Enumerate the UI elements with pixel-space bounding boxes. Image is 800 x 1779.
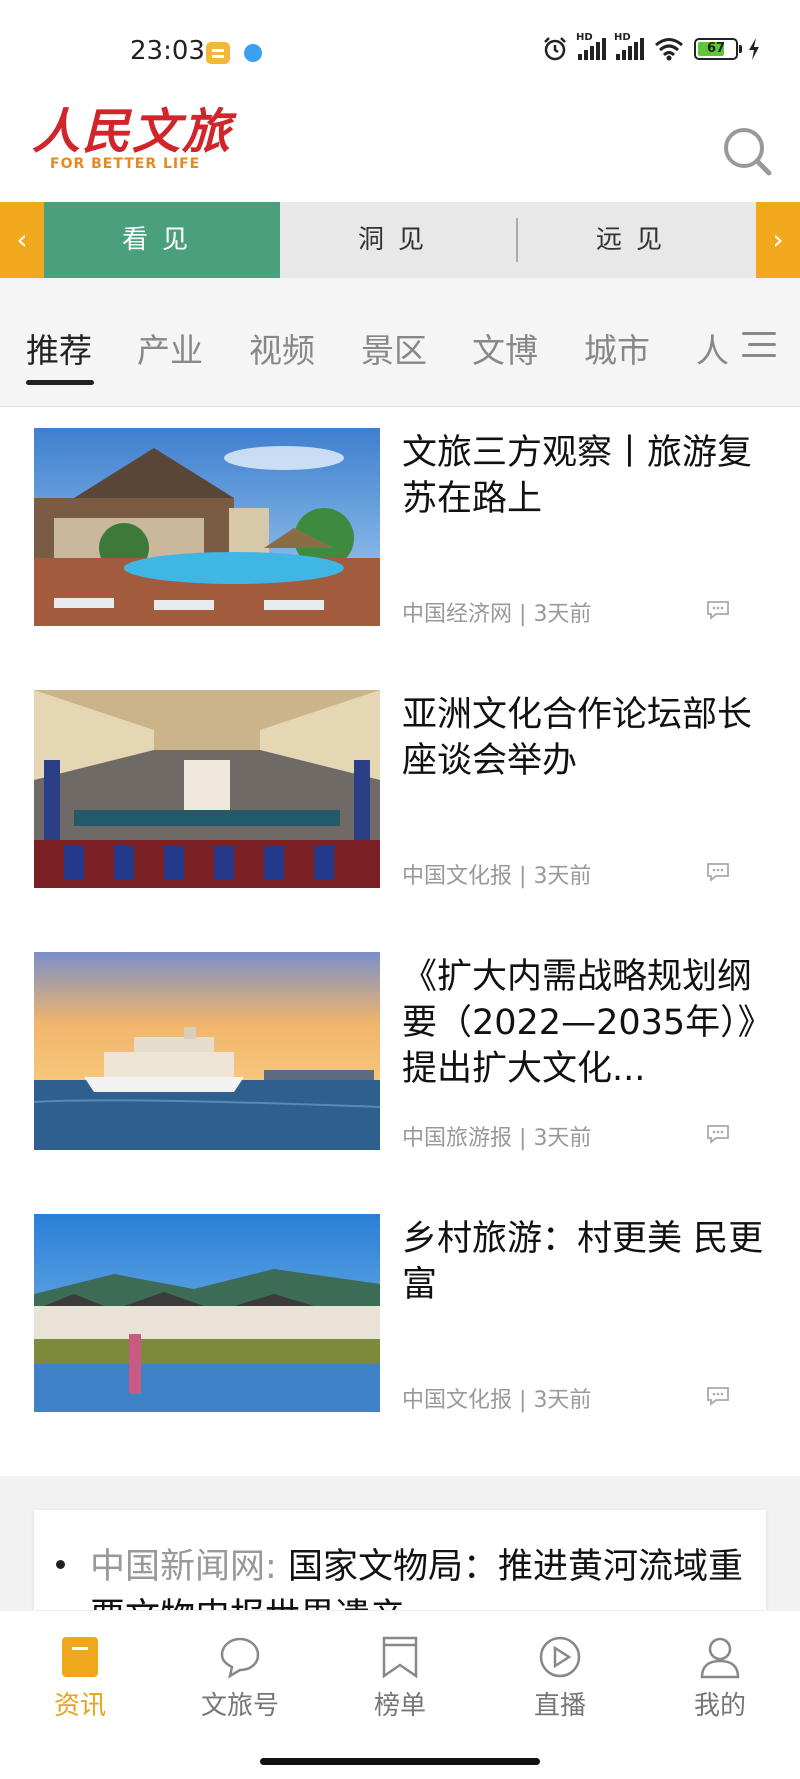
news-item[interactable]: 亚洲文化合作论坛部长座谈会举办 中国文化报 | 3天前 bbox=[0, 690, 800, 952]
chat-bubble-icon bbox=[218, 1635, 262, 1679]
wifi-icon bbox=[655, 38, 683, 61]
flash-news-source: 中国新闻网: bbox=[90, 1547, 277, 1587]
news-title[interactable]: 亚洲文化合作论坛部长座谈会举办 bbox=[402, 692, 772, 784]
news-source: 中国经济网 bbox=[402, 602, 513, 627]
alarm-icon bbox=[544, 37, 566, 61]
news-title[interactable]: 《扩大内需战略规划纲要（2022—2035年）》提出扩大文化... bbox=[402, 954, 772, 1092]
app-logo: 人民文旅 FOR BETTER LIFE bbox=[32, 106, 232, 172]
chevron-left-icon: ‹ bbox=[16, 223, 28, 256]
status-time: 23:03 bbox=[130, 36, 205, 66]
tab-chengshi[interactable]: 城市 bbox=[584, 324, 650, 372]
bullet-icon bbox=[56, 1560, 65, 1569]
tab-chanye[interactable]: 产业 bbox=[137, 324, 203, 372]
category-menu-icon[interactable] bbox=[742, 332, 776, 360]
nav-bangdan[interactable]: 榜单 bbox=[340, 1635, 460, 1722]
view-tab-yuanjian[interactable]: 远见 bbox=[518, 202, 754, 278]
news-item[interactable]: 《扩大内需战略规划纲要（2022—2035年）》提出扩大文化... 中国旅游报 … bbox=[0, 952, 800, 1214]
battery-icon: 67 bbox=[694, 38, 742, 60]
category-tab-bar: 推荐 产业 视频 景区 文博 城市 人 bbox=[0, 278, 800, 407]
tab-wenbo[interactable]: 文博 bbox=[472, 324, 538, 372]
view-tab-dongjian[interactable]: 洞见 bbox=[280, 202, 516, 278]
tab-shipin[interactable]: 视频 bbox=[249, 324, 315, 372]
news-item[interactable]: 乡村旅游：村更美 民更富 中国文化报 | 3天前 bbox=[0, 1214, 800, 1476]
nav-label: 文旅号 bbox=[200, 1691, 279, 1721]
meta-separator: | bbox=[519, 1388, 527, 1413]
search-icon[interactable] bbox=[722, 126, 772, 176]
comment-icon[interactable] bbox=[706, 1386, 730, 1406]
news-time: 3天前 bbox=[533, 1388, 592, 1413]
news-title[interactable]: 文旅三方观察丨旅游复苏在路上 bbox=[402, 430, 772, 522]
active-tab-indicator bbox=[26, 380, 94, 385]
browser-app-icon bbox=[244, 44, 262, 62]
signal-icon-1: HD bbox=[576, 32, 606, 60]
news-meta: 中国旅游报 | 3天前 bbox=[402, 1120, 591, 1152]
comment-icon[interactable] bbox=[706, 1124, 730, 1144]
news-thumbnail-resort bbox=[34, 428, 380, 626]
news-source: 中国文化报 bbox=[402, 864, 513, 889]
news-source: 中国旅游报 bbox=[402, 1126, 513, 1151]
status-indicators: HD HD 67 bbox=[542, 32, 760, 62]
battery-level: 67 bbox=[706, 41, 726, 56]
news-meta: 中国经济网 | 3天前 bbox=[402, 596, 591, 628]
tab-ren[interactable]: 人 bbox=[696, 324, 729, 372]
view-prev-button[interactable]: ‹ bbox=[0, 202, 44, 278]
bookmark-icon bbox=[378, 1635, 422, 1679]
comment-icon[interactable] bbox=[706, 600, 730, 620]
news-thumbnail-village bbox=[34, 1214, 380, 1412]
comment-icon[interactable] bbox=[706, 862, 730, 882]
meta-separator: | bbox=[519, 602, 527, 627]
nav-zixun[interactable]: 资讯 bbox=[20, 1635, 140, 1722]
logo-text: 人民文旅 bbox=[32, 104, 233, 160]
view-tab-bar: ‹ 看见 洞见 远见 › bbox=[0, 202, 800, 278]
view-tab-kanjian[interactable]: 看见 bbox=[44, 202, 280, 278]
nav-wenlvhao[interactable]: 文旅号 bbox=[180, 1635, 300, 1722]
nav-label: 榜单 bbox=[373, 1691, 426, 1721]
charging-icon bbox=[749, 38, 759, 60]
news-time: 3天前 bbox=[533, 1126, 592, 1151]
chevron-right-icon: › bbox=[772, 223, 784, 256]
tab-jingqu[interactable]: 景区 bbox=[361, 324, 427, 372]
nav-label: 资讯 bbox=[53, 1691, 106, 1721]
play-icon bbox=[538, 1635, 582, 1679]
meta-separator: | bbox=[519, 1126, 527, 1151]
bottom-nav: 资讯 文旅号 榜单 直播 我的 bbox=[0, 1610, 800, 1779]
signal-icon-2: HD bbox=[614, 32, 644, 60]
news-source: 中国文化报 bbox=[402, 1388, 513, 1413]
view-next-button[interactable]: › bbox=[756, 202, 800, 278]
nav-label: 我的 bbox=[693, 1691, 746, 1721]
nav-label: 直播 bbox=[533, 1691, 586, 1721]
news-meta: 中国文化报 | 3天前 bbox=[402, 858, 591, 890]
user-icon bbox=[698, 1635, 742, 1679]
news-item[interactable]: 文旅三方观察丨旅游复苏在路上 中国经济网 | 3天前 bbox=[0, 428, 800, 690]
news-thumbnail-cruise bbox=[34, 952, 380, 1150]
news-title[interactable]: 乡村旅游：村更美 民更富 bbox=[402, 1216, 772, 1308]
news-meta: 中国文化报 | 3天前 bbox=[402, 1382, 591, 1414]
news-thumbnail-conference bbox=[34, 690, 380, 888]
home-indicator[interactable] bbox=[260, 1758, 540, 1765]
notes-app-icon bbox=[206, 42, 230, 64]
status-bar: 23:03 HD HD 67 bbox=[0, 0, 800, 100]
tab-tuijian[interactable]: 推荐 bbox=[26, 324, 92, 372]
nav-wode[interactable]: 我的 bbox=[660, 1635, 780, 1722]
meta-separator: | bbox=[519, 864, 527, 889]
nav-zhibo[interactable]: 直播 bbox=[500, 1635, 620, 1722]
news-icon bbox=[58, 1635, 102, 1679]
news-time: 3天前 bbox=[533, 864, 592, 889]
news-time: 3天前 bbox=[533, 602, 592, 627]
